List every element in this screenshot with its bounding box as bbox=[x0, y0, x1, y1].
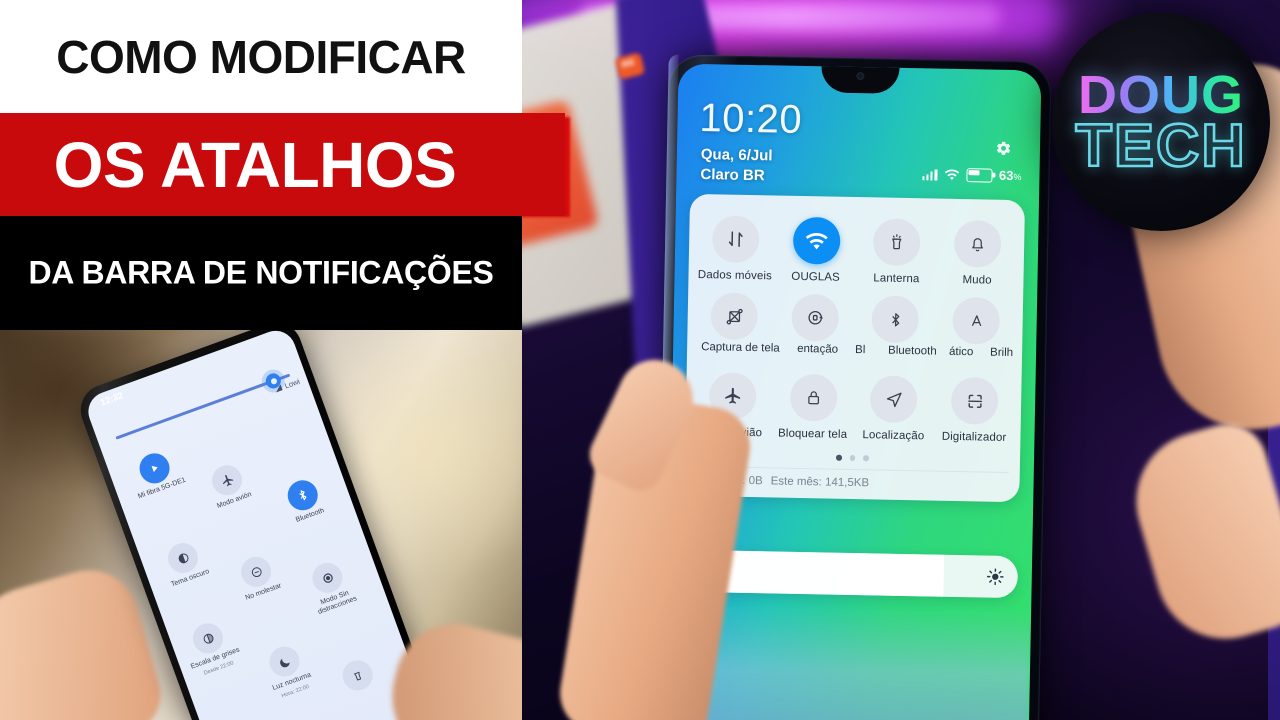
waterdrop-notch bbox=[820, 65, 900, 94]
battery-value: 63 bbox=[998, 167, 1014, 184]
qs-tile-dados-moveis[interactable]: Dados móveis bbox=[698, 215, 773, 282]
inset-tile-no-molestar[interactable]: No molestar bbox=[217, 545, 299, 608]
scanner-icon bbox=[950, 376, 999, 425]
wifi-icon bbox=[792, 216, 841, 265]
battery-icon bbox=[965, 167, 993, 183]
bluetooth-icon bbox=[871, 295, 920, 344]
gear-icon[interactable] bbox=[995, 140, 1012, 157]
inset-brightness-track[interactable] bbox=[115, 373, 291, 440]
title-line-2-block: OS ATALHOS bbox=[0, 113, 565, 216]
qs-tile-lanterna[interactable]: Lanterna bbox=[859, 218, 934, 285]
brightness-auto-icon bbox=[952, 296, 1001, 345]
inset-tile-wifi[interactable]: Mi fibra 5G-DE1 bbox=[116, 442, 198, 505]
dougtech-logo: DOUG TECH bbox=[1052, 13, 1270, 231]
lockscreen-carrier: Claro BR bbox=[700, 166, 765, 185]
data-usage-month: Este mês: 141,5KB bbox=[770, 475, 870, 490]
qs-label: Digitalizador bbox=[941, 430, 1007, 444]
inset-tile-modo-sin-distracciones[interactable]: Modo Sin distracciones bbox=[288, 551, 372, 622]
lockscreen-date: Qua, 6/Jul bbox=[700, 146, 773, 165]
inset-tile-escala-de-grises[interactable]: Escala de grises Desde 22:00 bbox=[169, 612, 254, 684]
qs-tile-captura-de-tela[interactable] bbox=[697, 292, 772, 341]
qs-tile-orientacao[interactable] bbox=[777, 293, 852, 342]
qs-label: Bloquear tela bbox=[777, 427, 848, 441]
title-line-3-block: DA BARRA DE NOTIFICAÇÕES bbox=[0, 216, 522, 330]
thumbnail-canvas: 10:20 Qua, 6/Jul Claro BR 6 bbox=[0, 0, 1280, 720]
right-finger bbox=[1119, 414, 1280, 656]
brightness-high-icon bbox=[986, 568, 1004, 586]
flashlight-icon bbox=[338, 656, 377, 695]
qs-tile-brilho[interactable] bbox=[939, 296, 1014, 345]
inset-tile-tema-oscuro[interactable]: Tema oscuro bbox=[144, 532, 226, 595]
signal-bars-icon bbox=[922, 168, 938, 181]
flashlight-icon bbox=[873, 218, 922, 267]
qs-label: entação bbox=[797, 342, 839, 356]
inset-tile-luz-nocturna[interactable]: Luz nocturna Hora: 22:00 bbox=[246, 635, 331, 707]
inset-photo-panel: 12:32 Lowi Mi fibra 5G-DE1 Modo avión Bl… bbox=[0, 330, 522, 720]
title-line-2: OS ATALHOS bbox=[53, 128, 457, 201]
rotate-icon bbox=[790, 293, 839, 342]
status-bar-icons: 63% bbox=[922, 166, 1022, 183]
qs-tile-bloquear-tela[interactable]: Bloquear tela bbox=[776, 373, 851, 441]
lock-icon bbox=[789, 373, 838, 422]
page-dot[interactable] bbox=[863, 455, 869, 461]
qs-label: Localização bbox=[862, 429, 925, 443]
qs-label: Brilh bbox=[989, 346, 1014, 360]
qs-row-1: Dados móveis OUGLAS Lanterna Mudo bbox=[688, 206, 1024, 289]
qs-tile-mudo[interactable]: Mudo bbox=[940, 219, 1015, 287]
title-line-1: COMO MODIFICAR bbox=[56, 30, 466, 83]
qs-label: Mudo bbox=[962, 274, 992, 287]
mobile-data-icon bbox=[711, 215, 760, 264]
wifi-icon bbox=[944, 168, 959, 180]
lockscreen-clock: 10:20 bbox=[699, 95, 803, 142]
title-line-3: DA BARRA DE NOTIFICAÇÕES bbox=[28, 254, 494, 291]
inset-tile-bluetooth[interactable]: Bluetooth bbox=[264, 469, 346, 532]
battery-percent: 63% bbox=[999, 168, 1022, 183]
qs-ghost-label: ático bbox=[948, 345, 974, 359]
screenshot-icon bbox=[710, 292, 759, 341]
qs-ghost-label: Bl bbox=[854, 344, 866, 357]
inset-tile-label: Modo Sin distracciones bbox=[317, 589, 358, 616]
qs-tile-localizacao[interactable]: Localização bbox=[856, 375, 931, 442]
qs-label: OUGLAS bbox=[791, 270, 841, 284]
qs-label: Lanterna bbox=[873, 272, 920, 286]
qs-label: Captura de tela bbox=[701, 341, 780, 355]
inset-tile-linterna[interactable] bbox=[319, 649, 397, 702]
inset-status-time: 12:32 bbox=[99, 390, 125, 408]
qs-tile-digitalizador[interactable]: Digitalizador bbox=[937, 376, 1012, 444]
battery-unit: % bbox=[1013, 172, 1022, 183]
qs-tile-wifi[interactable]: OUGLAS bbox=[779, 216, 854, 284]
bell-icon bbox=[953, 219, 1002, 268]
location-arrow-icon bbox=[870, 375, 918, 424]
logo-text-tech: TECH bbox=[1074, 112, 1247, 180]
inset-tile-modo-avion[interactable]: Modo avión bbox=[188, 454, 270, 517]
title-line-1-block: COMO MODIFICAR bbox=[0, 0, 522, 113]
qs-label: Bluetooth bbox=[887, 344, 937, 358]
qs-tile-bluetooth[interactable] bbox=[858, 295, 933, 344]
qs-label: Dados móveis bbox=[697, 268, 773, 283]
qs-row-2 bbox=[687, 283, 1023, 345]
inset-wifi-name: Lowi bbox=[283, 376, 301, 391]
page-dot-active[interactable] bbox=[836, 454, 842, 461]
page-dot[interactable] bbox=[849, 454, 856, 461]
